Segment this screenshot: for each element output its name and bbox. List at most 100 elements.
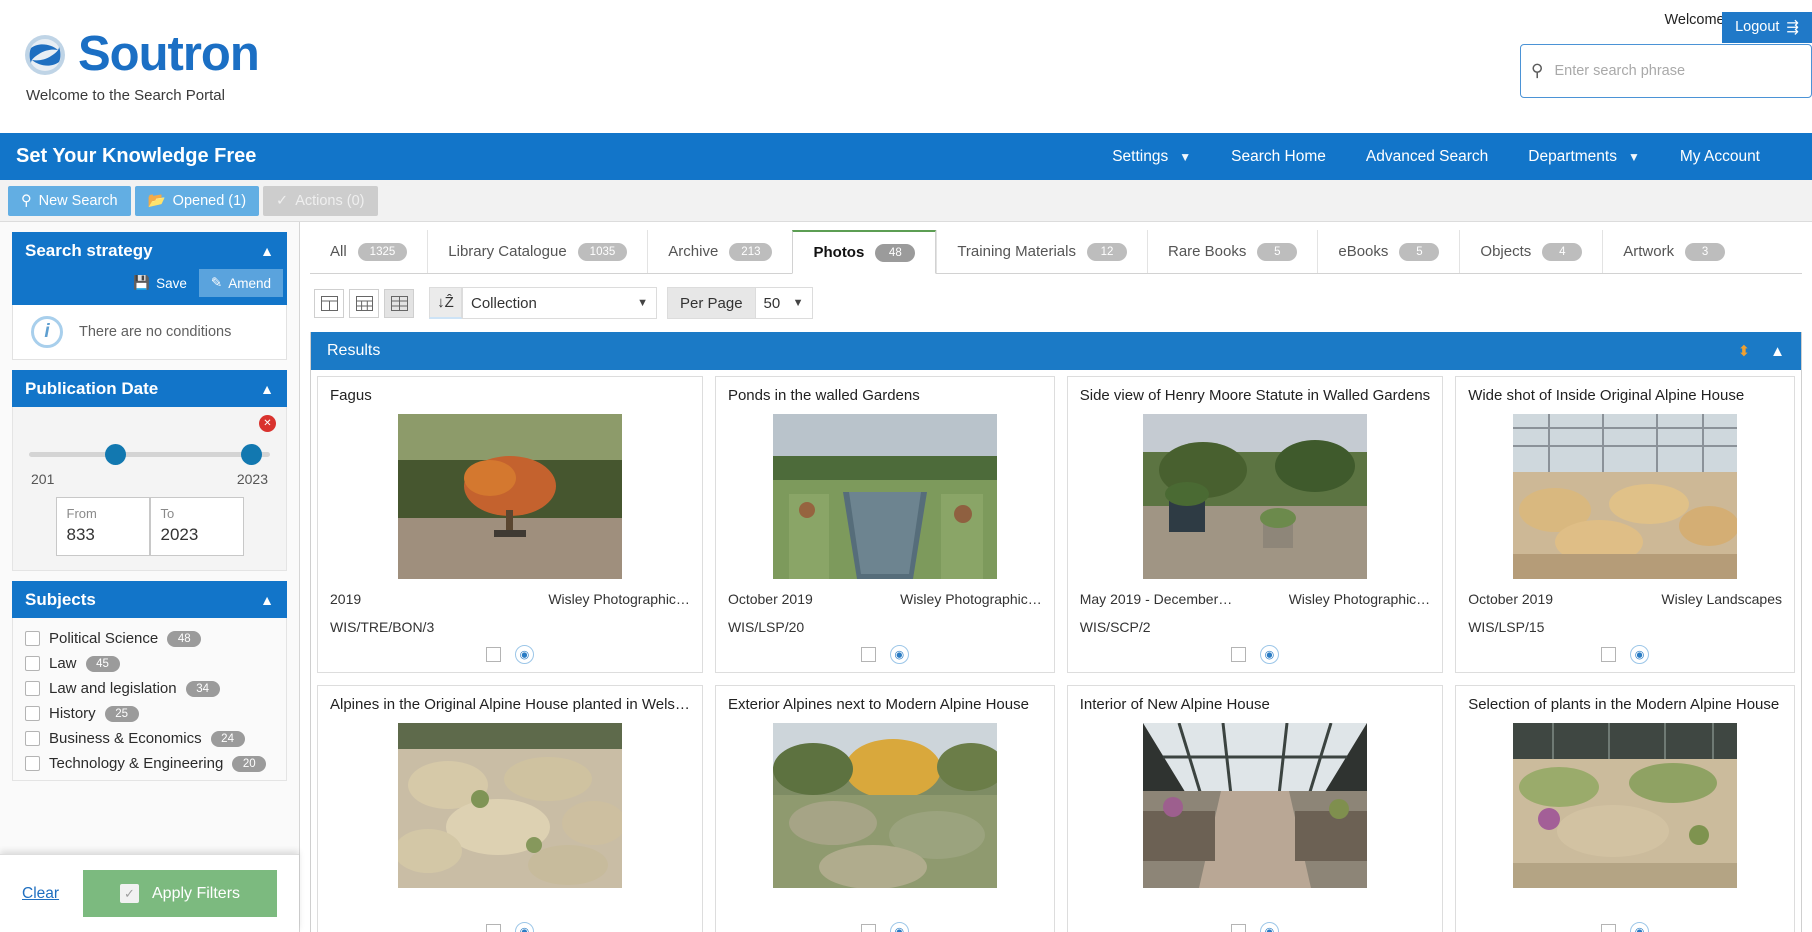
select-result-checkbox[interactable] [1230, 924, 1246, 932]
save-strategy-button[interactable]: 💾 Save [121, 269, 199, 297]
result-thumbnail[interactable] [1513, 414, 1738, 579]
logout-button[interactable]: Logout ⇶ [1722, 12, 1812, 43]
preview-icon[interactable]: ◉ [1630, 922, 1650, 932]
facet-sidebar: Search strategy ▲ 💾 Save ✎ Amend i There [0, 222, 300, 932]
date-to-field[interactable]: To 2023 [149, 497, 244, 556]
result-card[interactable]: Ponds in the walled Gardens October 2019… [714, 376, 1055, 673]
result-thumbnail[interactable] [397, 414, 622, 579]
result-card[interactable]: Exterior Alpines next to Modern Alpine H… [714, 685, 1055, 932]
result-thumbnail[interactable] [772, 723, 997, 888]
search-box[interactable]: ⚲ [1520, 44, 1812, 98]
result-card[interactable]: Interior of New Alpine House ◉ [1066, 685, 1444, 932]
chevron-up-icon[interactable]: ▲ [260, 592, 274, 608]
checkbox[interactable] [25, 756, 40, 771]
facet-label: Law and legislation [49, 680, 177, 697]
date-range-slider[interactable] [27, 439, 272, 469]
per-page-select[interactable]: 50 [754, 287, 813, 319]
slider-handle-to[interactable] [241, 444, 262, 465]
no-conditions-text: There are no conditions [79, 324, 232, 340]
tab-artwork[interactable]: Artwork 3 [1602, 230, 1746, 273]
chevron-up-icon[interactable]: ▲ [1770, 343, 1785, 360]
tab-rare-books[interactable]: Rare Books 5 [1146, 230, 1318, 273]
search-input[interactable] [1552, 62, 1801, 80]
preview-icon[interactable]: ◉ [889, 645, 909, 664]
preview-icon[interactable]: ◉ [1259, 645, 1279, 664]
select-result-checkbox[interactable] [1601, 924, 1617, 932]
facet-law[interactable]: Law 45 [23, 651, 276, 676]
facet-count: 24 [210, 730, 245, 747]
amend-strategy-button[interactable]: ✎ Amend [198, 269, 283, 297]
slider-max-label: 2023 [236, 471, 268, 487]
facet-political-science[interactable]: Political Science 48 [23, 626, 276, 651]
chevron-up-icon[interactable]: ▲ [260, 381, 274, 397]
sort-field-wrapper: Collection ▼ [462, 287, 657, 319]
nav-item-search-home[interactable]: Search Home [1211, 148, 1346, 166]
results-controls: ↓Ẑ Collection ▼ Per Page 50 ▼ [310, 274, 1802, 332]
slider-handle-from[interactable] [105, 444, 126, 465]
tab-library-catalogue[interactable]: Library Catalogue 1035 [427, 230, 648, 273]
tab-archive[interactable]: Archive 213 [647, 230, 793, 273]
checkbox[interactable] [25, 681, 40, 696]
facet-technology-engineering[interactable]: Technology & Engineering 20 [23, 751, 276, 776]
checkbox[interactable] [25, 631, 40, 646]
select-result-checkbox[interactable] [1601, 647, 1617, 662]
select-result-checkbox[interactable] [1230, 647, 1246, 662]
checkbox[interactable] [25, 706, 40, 721]
result-card[interactable]: Wide shot of Inside Original Alpine Hous… [1455, 376, 1795, 673]
checkbox[interactable] [25, 656, 40, 671]
result-card[interactable]: Alpines in the Original Alpine House pla… [317, 685, 703, 932]
result-card[interactable]: Selection of plants in the Modern Alpine… [1455, 685, 1795, 932]
tab-photos[interactable]: Photos 48 [792, 230, 937, 274]
nav-item-departments[interactable]: Departments ▼ [1508, 148, 1660, 166]
tab-training-materials[interactable]: Training Materials 12 [936, 230, 1147, 273]
results-grid: Fagus 2019 Wisley Photographic… WIS/TRE/… [311, 370, 1801, 932]
expand-icon[interactable]: ⬍ [1738, 342, 1751, 360]
facet-business-economics[interactable]: Business & Economics 24 [23, 726, 276, 751]
preview-icon[interactable]: ◉ [514, 922, 534, 932]
panel-title: Publication Date [25, 378, 159, 398]
result-thumbnail[interactable] [1142, 414, 1367, 579]
select-result-checkbox[interactable] [860, 647, 876, 662]
result-thumbnail[interactable] [772, 414, 997, 579]
sidebar-scroll-area[interactable]: Search strategy ▲ 💾 Save ✎ Amend i There [0, 222, 299, 854]
select-result-checkbox[interactable] [485, 924, 501, 932]
remove-date-filter-button[interactable]: ✕ [259, 415, 276, 432]
view-list-button[interactable] [314, 288, 344, 318]
preview-icon[interactable]: ◉ [889, 922, 909, 932]
tab-ebooks[interactable]: eBooks 5 [1317, 230, 1460, 273]
tab-all[interactable]: All 1325 [310, 230, 428, 273]
date-from-field[interactable]: From 833 [55, 497, 150, 556]
preview-icon[interactable]: ◉ [514, 645, 534, 664]
preview-icon[interactable]: ◉ [1259, 922, 1279, 932]
chevron-up-icon[interactable]: ▲ [260, 243, 274, 259]
select-result-checkbox[interactable] [860, 924, 876, 932]
sort-field-select[interactable]: Collection [462, 287, 657, 319]
result-card[interactable]: Side view of Henry Moore Statute in Wall… [1066, 376, 1444, 673]
clear-filters-link[interactable]: Clear [22, 885, 59, 903]
facet-history[interactable]: History 25 [23, 701, 276, 726]
publication-date-body: ✕ 201 2023 From 833 To 2023 [12, 407, 287, 571]
nav-item-my-account[interactable]: My Account [1660, 148, 1780, 166]
nav-item-settings[interactable]: Settings ▼ [1092, 148, 1211, 166]
actions-button[interactable]: ✓ Actions (0) [263, 185, 378, 216]
nav-item-advanced-search[interactable]: Advanced Search [1346, 148, 1508, 166]
opened-button[interactable]: 📂 Opened (1) [134, 185, 260, 216]
result-card[interactable]: Fagus 2019 Wisley Photographic… WIS/TRE/… [317, 376, 703, 673]
apply-filters-button[interactable]: ✓ Apply Filters [83, 870, 277, 917]
sidebar-footer: Clear ✓ Apply Filters [0, 854, 299, 932]
subjects-header[interactable]: Subjects ▲ [12, 581, 287, 618]
new-search-button[interactable]: ⚲ New Search [8, 185, 131, 216]
sort-direction-button[interactable]: ↓Ẑ [429, 287, 462, 319]
search-strategy-header[interactable]: Search strategy ▲ [12, 232, 287, 269]
view-grid-button[interactable] [349, 288, 379, 318]
tab-objects[interactable]: Objects 4 [1459, 230, 1603, 273]
checkbox[interactable] [25, 731, 40, 746]
result-thumbnail[interactable] [397, 723, 622, 888]
view-gallery-button[interactable] [384, 288, 414, 318]
preview-icon[interactable]: ◉ [1630, 645, 1650, 664]
result-thumbnail[interactable] [1142, 723, 1367, 888]
publication-date-header[interactable]: Publication Date ▲ [12, 370, 287, 407]
result-thumbnail[interactable] [1513, 723, 1738, 888]
facet-law-and-legislation[interactable]: Law and legislation 34 [23, 676, 276, 701]
select-result-checkbox[interactable] [485, 647, 501, 662]
